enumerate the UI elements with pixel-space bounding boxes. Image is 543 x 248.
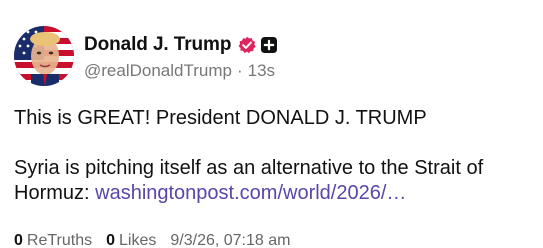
meta-row: @realDonaldTrump · 13s [84,61,277,81]
name-row: Donald J. Trump [84,33,278,57]
avatar[interactable] [14,26,74,86]
author-display-name[interactable]: Donald J. Trump [84,34,231,56]
post-footer: 0 ReTruths 0 Likes 9/3/26, 07:18 am [14,232,290,248]
retruths-count: 0 [14,232,23,248]
verified-badge-icon [238,36,256,54]
post-header: Donald J. Trump @realDonaldTrump · 13s [14,26,278,86]
likes-stat[interactable]: 0 Likes [106,232,156,248]
post-card: Donald J. Trump @realDonaldTrump · 13s T… [0,0,543,248]
author-handle[interactable]: @realDonaldTrump [84,61,232,81]
post-timestamp: 9/3/26, 07:18 am [170,232,291,248]
author-identity: Donald J. Trump @realDonaldTrump · 13s [84,31,278,81]
meta-separator: · [236,61,243,80]
post-body: This is GREAT! President DONALD J. TRUMP… [14,106,534,206]
avatar-image [14,26,74,86]
post-paragraph-1: This is GREAT! President DONALD J. TRUMP [14,107,427,129]
post-paragraph-2: Syria is pitching itself as an alternati… [14,156,534,206]
likes-count: 0 [106,232,116,248]
plus-badge-icon [261,37,278,53]
post-time-ago[interactable]: 13s [248,61,275,81]
likes-label: Likes [119,232,157,248]
retruths-stat[interactable]: 0 ReTruths [14,232,92,248]
retruths-label: ReTruths [26,232,93,248]
post-link[interactable]: washingtonpost.com/world/2026/… [95,182,406,204]
